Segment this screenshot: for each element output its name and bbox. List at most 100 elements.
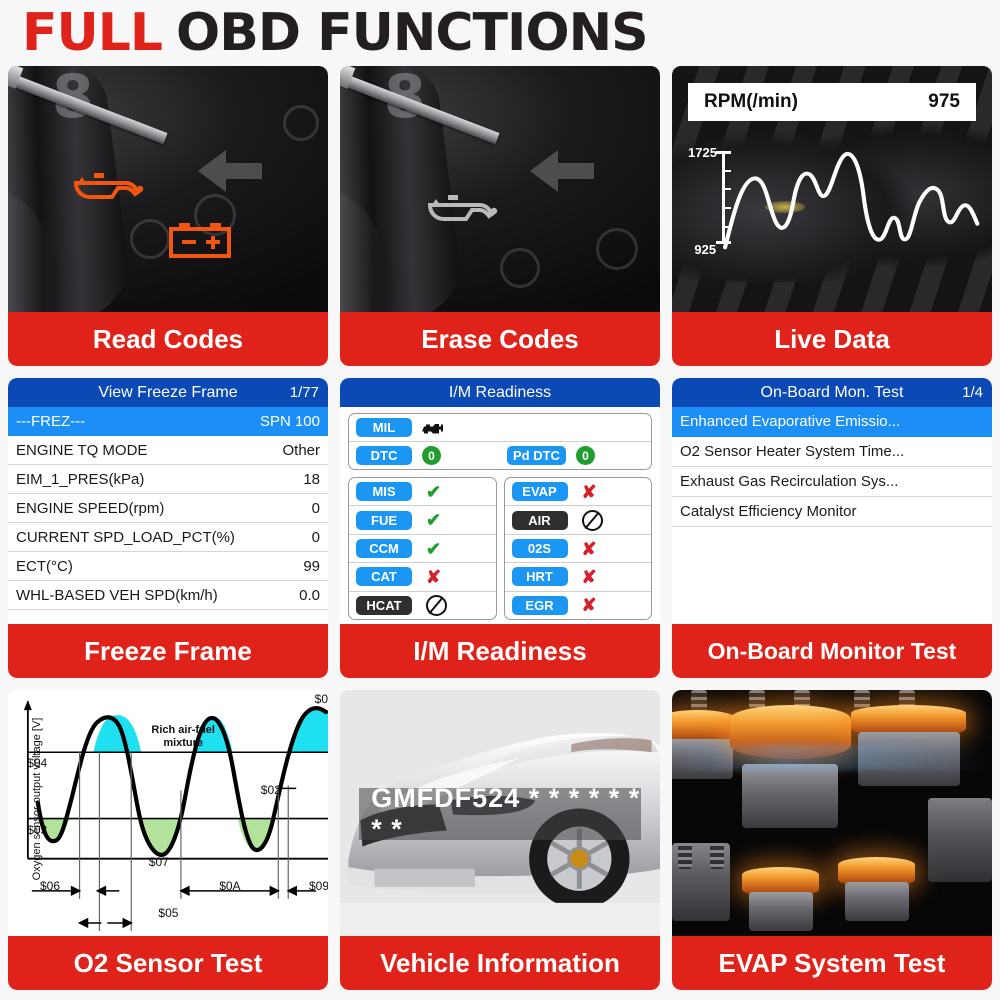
- list-item[interactable]: HRT ✘: [504, 563, 651, 592]
- card-read-codes[interactable]: 8: [8, 66, 328, 366]
- row-name: WHL-BASED VEH SPD(km/h): [16, 586, 218, 604]
- status-fail-icon: ✘: [581, 595, 597, 616]
- vin-readout: GMFDF524 * * * * * * * *: [359, 783, 641, 844]
- o2-annotation-rich-mixture: Rich air-fuel mixture: [151, 724, 215, 749]
- list-item[interactable]: CCM ✔: [349, 535, 496, 564]
- row-name: ENGINE TQ MODE: [16, 441, 148, 459]
- card-o2-sensor-test[interactable]: Oxygen sensor output voltage [V] Rich ai…: [8, 690, 328, 990]
- im-row-dtc: DTC 0 Pd DTC 0: [349, 442, 651, 469]
- o2-marker-min-value: $07: [148, 854, 169, 869]
- dashboard-photo: 8: [8, 66, 328, 312]
- ghost-brake-icon: [129, 218, 170, 259]
- table-row[interactable]: ENGINE TQ MODE Other: [8, 436, 328, 465]
- card-freeze-frame[interactable]: View Freeze Frame 1/77 ---FREZ--- SPN 10…: [8, 378, 328, 678]
- row-name: ENGINE SPEED(rpm): [16, 499, 165, 517]
- list-item[interactable]: MIS ✔: [349, 478, 496, 507]
- card-label-read-codes[interactable]: Read Codes: [8, 312, 328, 366]
- badge-dtc: DTC: [356, 446, 412, 465]
- status-not-available-icon: [426, 594, 447, 616]
- card-label-freeze-frame[interactable]: Freeze Frame: [8, 624, 328, 678]
- badge-monitor: HCAT: [356, 595, 412, 615]
- list-item[interactable]: O2 Sensor Heater System Time...: [672, 437, 992, 467]
- list-item[interactable]: 02S ✘: [504, 535, 651, 564]
- im-cell-mil: MIL: [349, 418, 500, 437]
- badge-monitor: CAT: [356, 567, 412, 587]
- card-label-erase-codes[interactable]: Erase Codes: [340, 312, 660, 366]
- table-row[interactable]: ENGINE SPEED(rpm) 0: [8, 494, 328, 523]
- im-row-mil: MIL: [349, 414, 651, 442]
- graph-axis-max: 1725: [688, 144, 717, 160]
- table-row[interactable]: ---FREZ--- SPN 100: [8, 407, 328, 436]
- list-item[interactable]: Catalyst Efficiency Monitor: [672, 497, 992, 527]
- card-erase-codes[interactable]: 8 Erase Codes: [340, 66, 660, 366]
- freeze-frame-header: View Freeze Frame 1/77: [8, 378, 328, 407]
- erase-codes-image: 8: [340, 66, 660, 312]
- status-fail-icon: ✘: [581, 481, 597, 502]
- freeze-frame-title: View Freeze Frame: [98, 383, 238, 401]
- vehicle-photo: GMFDF524 * * * * * * * *: [340, 690, 660, 936]
- combustion-glow: [672, 744, 992, 771]
- card-label-evap-system-test[interactable]: EVAP System Test: [672, 936, 992, 990]
- card-label-on-board-monitor-test[interactable]: On-Board Monitor Test: [672, 624, 992, 678]
- row-name: CURRENT SPD_LOAD_PCT(%): [16, 528, 235, 546]
- list-item[interactable]: EVAP ✘: [504, 478, 651, 507]
- on-board-rows: Enhanced Evaporative Emissio... O2 Senso…: [672, 407, 992, 624]
- freeze-frame-screen: View Freeze Frame 1/77 ---FREZ--- SPN 10…: [8, 378, 328, 624]
- badge-monitor: EVAP: [511, 482, 568, 502]
- table-row[interactable]: EIM_1_PRES(kPa) 18: [8, 465, 328, 494]
- badge-monitor: FUE: [356, 510, 412, 530]
- list-item[interactable]: CAT ✘: [349, 563, 496, 592]
- card-label-im-readiness[interactable]: I/M Readiness: [340, 624, 660, 678]
- o2-marker-period-short: $09: [308, 879, 328, 894]
- o2-sensor-chart: Oxygen sensor output voltage [V] Rich ai…: [8, 690, 328, 936]
- o2-marker-time-high-low: $05: [158, 906, 179, 921]
- im-readiness-header: I/M Readiness: [340, 378, 660, 407]
- valve-spring: [678, 842, 693, 869]
- list-item[interactable]: HCAT: [349, 592, 496, 619]
- badge-monitor: CCM: [356, 539, 412, 559]
- table-row[interactable]: ECT(°C) 99: [8, 552, 328, 581]
- card-live-data[interactable]: RPM(/min) 975 1725 925 Live Data: [672, 66, 992, 366]
- rpm-readout: RPM(/min) 975: [688, 83, 976, 122]
- card-on-board-monitor-test[interactable]: On-Board Mon. Test 1/4 Enhanced Evaporat…: [672, 378, 992, 678]
- table-row[interactable]: WHL-BASED VEH SPD(km/h) 0.0: [8, 581, 328, 610]
- live-data-image: RPM(/min) 975 1725 925: [672, 66, 992, 312]
- card-evap-system-test[interactable]: EVAP System Test: [672, 690, 992, 990]
- engine-icon: [422, 423, 443, 433]
- piston-body: [844, 881, 909, 922]
- im-readiness-body: MIL DTC 0 Pd DTC 0 MIS ✔ FUE ✔ CCM ✔ CAT…: [340, 407, 660, 624]
- o2-marker-lower-threshold: $03: [27, 822, 48, 837]
- badge-monitor: 02S: [511, 539, 568, 559]
- list-item[interactable]: Enhanced Evaporative Emissio...: [672, 407, 992, 437]
- o2-marker-upper-threshold: $04: [27, 756, 48, 771]
- o2-ylabel: Oxygen sensor output voltage [V]: [31, 717, 43, 881]
- im-cell-pd-dtc: Pd DTC 0: [500, 446, 651, 465]
- row-value: Other: [282, 441, 320, 459]
- list-item[interactable]: Exhaust Gas Recirculation Sys...: [672, 467, 992, 497]
- row-value: 0: [311, 528, 320, 546]
- pd-dtc-count: 0: [575, 446, 595, 465]
- card-vehicle-information[interactable]: GMFDF524 * * * * * * * * Vehicle Informa…: [340, 690, 660, 990]
- badge-monitor: MIS: [356, 482, 412, 502]
- row-value: 18: [303, 470, 320, 488]
- list-item[interactable]: FUE ✔: [349, 506, 496, 535]
- card-im-readiness[interactable]: I/M Readiness MIL DTC 0 Pd DTC 0 MIS ✔ F…: [340, 378, 660, 678]
- card-label-vehicle-information[interactable]: Vehicle Information: [340, 936, 660, 990]
- im-readiness-screen: I/M Readiness MIL DTC 0 Pd DTC 0 MIS ✔ F…: [340, 378, 660, 624]
- card-label-live-data[interactable]: Live Data: [672, 312, 992, 366]
- o2-marker-time-low-high: $06: [40, 879, 61, 894]
- freeze-frame-table: View Freeze Frame 1/77 ---FREZ--- SPN 10…: [8, 378, 328, 624]
- o2-marker-max-value: $0: [314, 692, 328, 707]
- evap-system-image: [672, 690, 992, 936]
- page-title-accent: FULL: [22, 3, 163, 63]
- badge-monitor: EGR: [511, 595, 568, 615]
- table-row[interactable]: CURRENT SPD_LOAD_PCT(%) 0: [8, 523, 328, 552]
- list-item[interactable]: AIR: [504, 506, 651, 535]
- engine-block: [928, 798, 992, 882]
- status-fail-icon: ✘: [426, 566, 442, 587]
- on-board-title: On-Board Mon. Test: [760, 383, 904, 401]
- badge-pd-dtc: Pd DTC: [507, 446, 566, 465]
- freeze-frame-page-indicator: 1/77: [289, 384, 319, 401]
- card-label-o2-sensor-test[interactable]: O2 Sensor Test: [8, 936, 328, 990]
- list-item[interactable]: EGR ✘: [505, 592, 652, 619]
